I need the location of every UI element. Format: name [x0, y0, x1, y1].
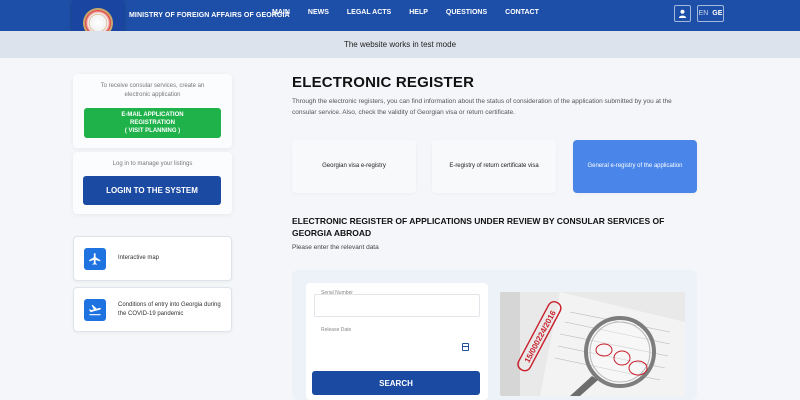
language-switcher[interactable]: EN GE [697, 5, 724, 22]
covid-conditions-link[interactable]: Conditions of entry into Georgia during … [73, 287, 232, 332]
section-title: ELECTRONIC REGISTER OF APPLICATIONS UNDE… [292, 216, 665, 238]
login-note: Log in to manage your listings [112, 161, 193, 167]
email-button-line1: E-MAIL APPLICATION [121, 112, 184, 118]
tab-label: Georgian visa e-registry [322, 163, 386, 169]
serial-number-input[interactable] [314, 294, 480, 317]
plane-takeoff-icon [84, 298, 106, 321]
search-button[interactable]: SEARCH [312, 371, 480, 395]
covid-conditions-label: Conditions of entry into Georgia during … [118, 301, 221, 317]
interactive-map-link[interactable]: Interactive map [73, 236, 232, 281]
email-application-button[interactable]: E-MAIL APPLICATION REGISTRATION ( VISIT … [84, 108, 221, 138]
release-date-input[interactable] [314, 333, 480, 356]
tab-label: General e-registry of the application [587, 163, 683, 169]
nav-questions[interactable]: QUESTIONS [446, 9, 487, 16]
airplane-icon [84, 247, 106, 270]
stamp-magnifier-image: 15/000224/2016 [500, 292, 685, 396]
login-button[interactable]: LOGIN TO THE SYSTEM [83, 176, 221, 205]
email-button-line3: ( VISIT PLANNING ) [124, 128, 181, 134]
lang-en[interactable]: EN [699, 10, 709, 17]
calendar-icon[interactable] [462, 343, 469, 351]
page-title: ELECTRONIC REGISTER [292, 74, 475, 91]
main-nav: MAIN NEWS LEGAL ACTS HELP QUESTIONS CONT… [272, 9, 557, 16]
ministry-name: MINISTRY OF FOREIGN AFFAIRS OF GEORGIA [129, 12, 290, 19]
section-subtitle: Please enter the relevant data [292, 244, 379, 251]
nav-main[interactable]: MAIN [272, 9, 290, 16]
lang-ge[interactable]: GE [712, 10, 722, 17]
nav-help[interactable]: HELP [409, 9, 428, 16]
nav-contact[interactable]: CONTACT [505, 9, 539, 16]
user-icon [678, 9, 687, 18]
tab-general-application-registry[interactable]: General e-registry of the application [573, 140, 697, 193]
consular-note: To receive consular services, create an … [100, 83, 205, 98]
magnifier-illustration: 15/000224/2016 [500, 292, 685, 396]
interactive-map-label: Interactive map [118, 255, 160, 261]
page-description: Through the electronic registers, you ca… [292, 98, 672, 116]
user-account-button[interactable] [674, 5, 691, 22]
banner-text: The website works in test mode [343, 40, 457, 49]
test-mode-banner: The website works in test mode [0, 31, 800, 58]
nav-legal-acts[interactable]: LEGAL ACTS [347, 9, 391, 16]
tab-return-certificate-registry[interactable]: E-registry of return certificate visa [432, 140, 556, 193]
nav-news[interactable]: NEWS [308, 9, 329, 16]
tab-label: E-registry of return certificate visa [449, 163, 539, 169]
tab-georgian-visa-registry[interactable]: Georgian visa e-registry [292, 140, 416, 193]
email-button-line2: REGISTRATION [130, 120, 175, 126]
